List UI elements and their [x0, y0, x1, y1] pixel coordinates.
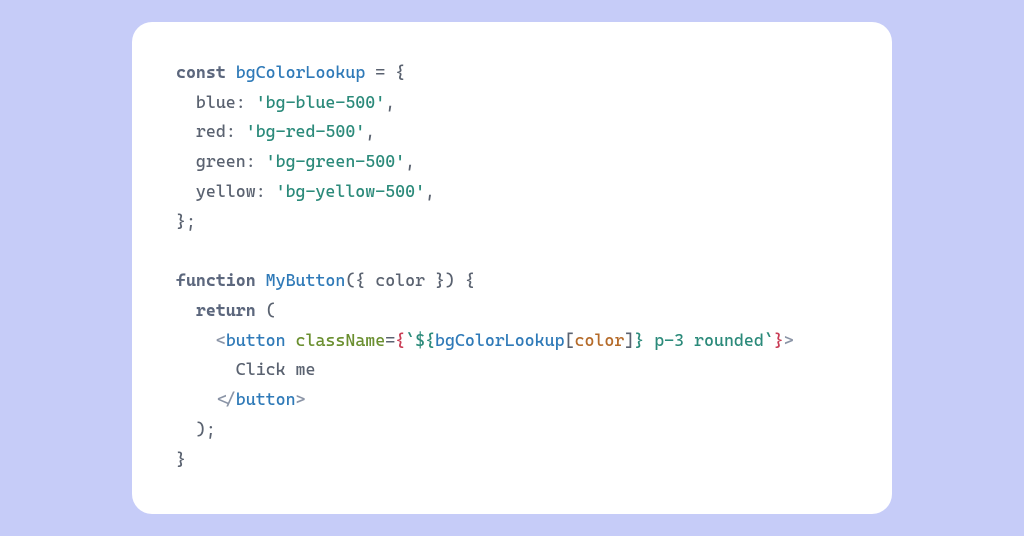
identifier-color: color: [575, 330, 625, 350]
code-line: function MyButton({ color }) {: [176, 270, 475, 290]
param-color: color: [375, 270, 425, 290]
jsx-expr-open: {: [395, 330, 405, 350]
identifier-bgColorLookup: bgColorLookup: [236, 62, 366, 82]
identifier-bgColorLookup: bgColorLookup: [435, 330, 565, 350]
code-line: <button className={`${bgColorLookup[colo…: [176, 330, 794, 350]
jsx-expr-close: }: [774, 330, 784, 350]
code-card: const bgColorLookup = { blue: 'bg-blue-5…: [132, 22, 892, 515]
code-line: return (: [176, 300, 276, 320]
code-line: const bgColorLookup = {: [176, 62, 405, 82]
object-key: blue: [196, 92, 236, 112]
string-literal: 'bg-red-500': [246, 121, 366, 141]
jsx-attr-className: className: [296, 330, 386, 350]
code-line: yellow: 'bg-yellow-500',: [176, 181, 435, 201]
keyword-const: const: [176, 62, 226, 82]
code-line: }: [176, 449, 186, 469]
code-line: };: [176, 211, 196, 231]
object-key: green: [196, 151, 246, 171]
code-line: red: 'bg-red-500',: [176, 121, 375, 141]
function-name: MyButton: [266, 270, 346, 290]
jsx-text: Click me: [236, 359, 316, 379]
keyword-function: function: [176, 270, 256, 290]
code-line: </button>: [176, 389, 306, 409]
code-line: Click me: [176, 359, 315, 379]
string-literal: 'bg-yellow-500': [276, 181, 425, 201]
code-line: green: 'bg-green-500',: [176, 151, 415, 171]
code-line: blue: 'bg-blue-500',: [176, 92, 395, 112]
code-line: );: [176, 419, 216, 439]
keyword-return: return: [196, 300, 256, 320]
jsx-tag-button: button: [236, 389, 296, 409]
string-literal: 'bg-blue-500': [256, 92, 386, 112]
jsx-tag-button: button: [226, 330, 286, 350]
code-block: const bgColorLookup = { blue: 'bg-blue-5…: [176, 58, 848, 475]
string-literal: 'bg-green-500': [266, 151, 405, 171]
object-key: yellow: [196, 181, 256, 201]
object-key: red: [196, 121, 226, 141]
